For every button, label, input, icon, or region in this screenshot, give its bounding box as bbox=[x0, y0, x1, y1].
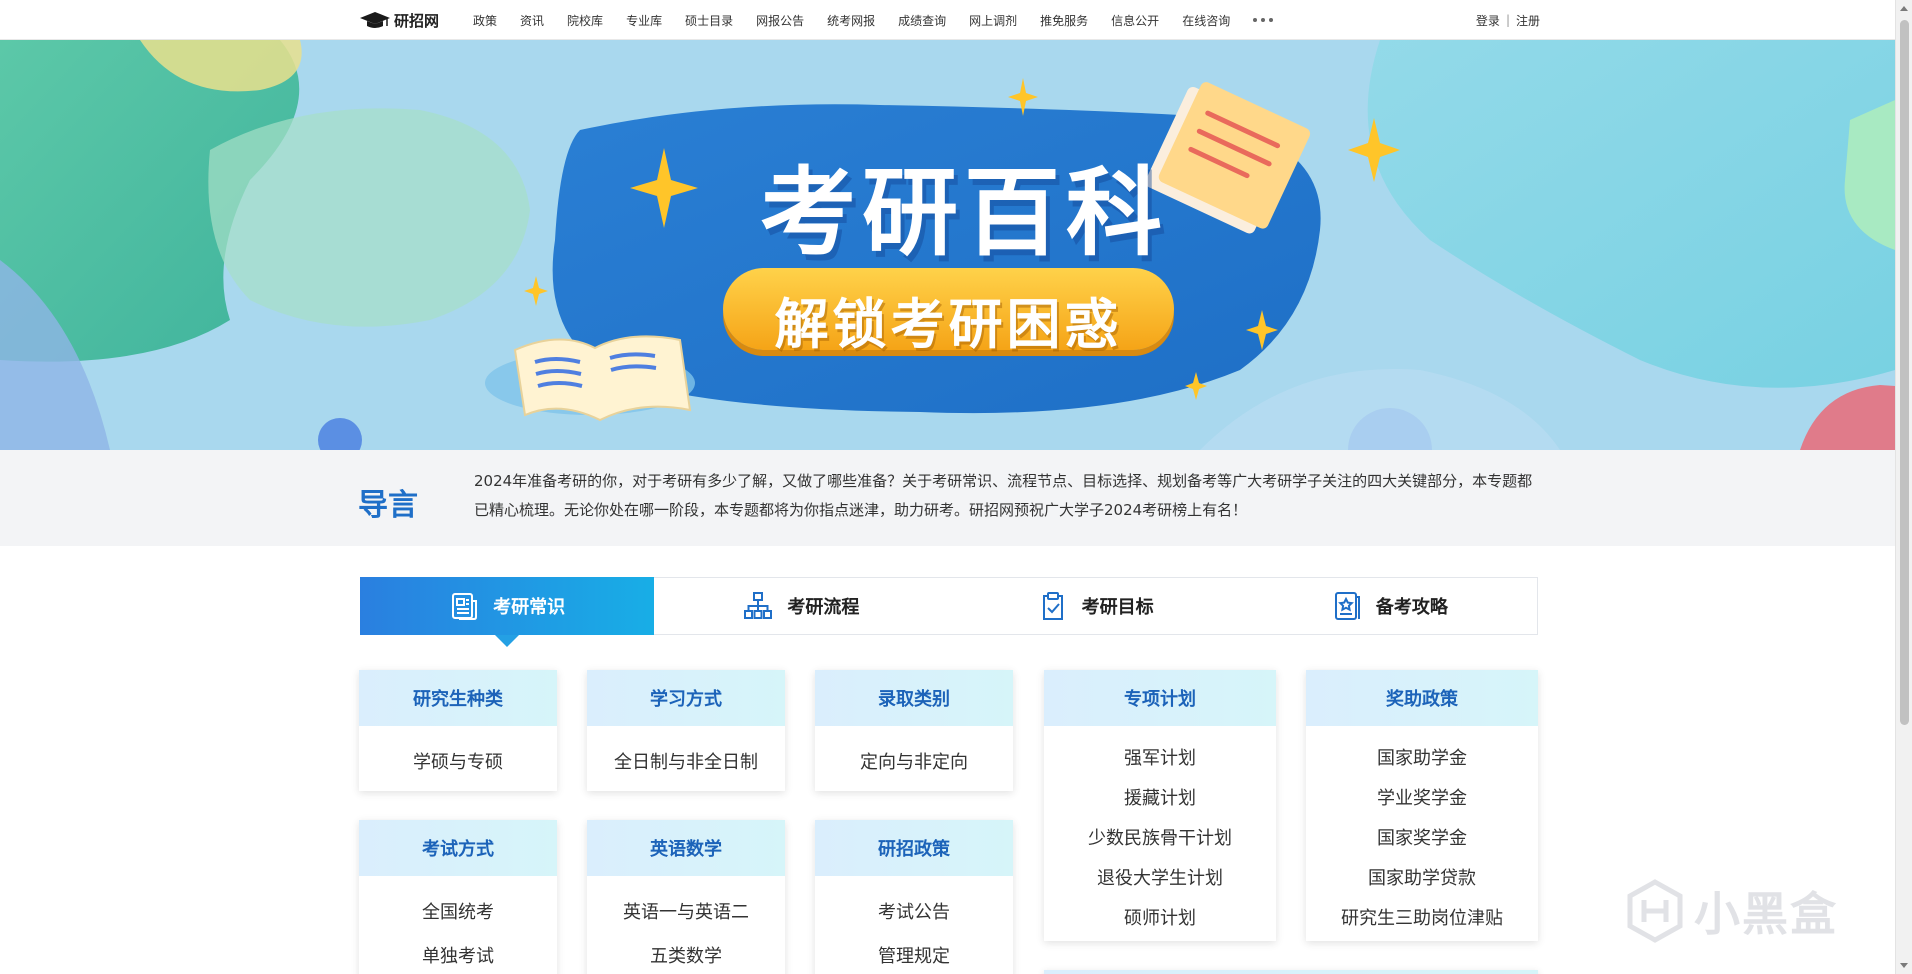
intro-section: 导言 2024年准备考研的你，对于考研有多少了解，又做了哪些准备？关于考研常识、… bbox=[0, 450, 1895, 546]
card-link[interactable]: 强军计划 bbox=[1124, 744, 1196, 770]
card-title: 研招政策 bbox=[815, 820, 1013, 876]
nav-item-schools[interactable]: 院校库 bbox=[567, 12, 603, 29]
tab-label: 备考攻略 bbox=[1375, 597, 1448, 618]
category-tabs: 考研常识 考研流程 考研目标 备考攻略 bbox=[360, 577, 1538, 647]
card-link[interactable]: 五类数学 bbox=[650, 942, 722, 968]
card-link[interactable]: 少数民族骨干计划 bbox=[1088, 824, 1232, 850]
card-body: 全国统考 单独考试 bbox=[359, 876, 557, 968]
nav-item-exam-registration[interactable]: 统考网报 bbox=[827, 12, 875, 29]
card-partial bbox=[1044, 970, 1538, 974]
clipboard-check-icon bbox=[1042, 592, 1063, 620]
card-body: 强军计划 援藏计划 少数民族骨干计划 退役大学生计划 硕师计划 bbox=[1044, 726, 1276, 930]
logo-text: 研招网 bbox=[394, 11, 440, 30]
card-body: 国家助学金 学业奖学金 国家奖学金 国家助学贷款 研究生三助岗位津贴 bbox=[1306, 726, 1538, 930]
scroll-thumb[interactable] bbox=[1900, 20, 1909, 725]
top-nav: 研招网 政策 资讯 院校库 专业库 硕士目录 网报公告 统考网报 成绩查询 网上… bbox=[0, 0, 1895, 40]
nav-item-registration-notice[interactable]: 网报公告 bbox=[756, 12, 804, 29]
top-nav-inner: 研招网 政策 资讯 院校库 专业库 硕士目录 网报公告 统考网报 成绩查询 网上… bbox=[360, 0, 1540, 40]
card-graduate-types: 研究生种类 学硕与专硕 bbox=[359, 670, 557, 791]
card-special-plans: 专项计划 强军计划 援藏计划 少数民族骨干计划 退役大学生计划 硕师计划 bbox=[1044, 670, 1276, 941]
tab-label: 考研目标 bbox=[1081, 597, 1154, 618]
card-exam-mode: 考试方式 全国统考 单独考试 bbox=[359, 820, 557, 974]
tab-basics[interactable]: 考研常识 bbox=[360, 577, 655, 647]
nav-item-adjustment[interactable]: 网上调剂 bbox=[969, 12, 1017, 29]
card-link[interactable]: 全国统考 bbox=[422, 898, 494, 924]
card-link[interactable]: 国家助学金 bbox=[1377, 744, 1467, 770]
nav-item-online-consult[interactable]: 在线咨询 bbox=[1182, 12, 1230, 29]
card-link[interactable]: 硕师计划 bbox=[1124, 904, 1196, 930]
card-link[interactable]: 管理规定 bbox=[878, 942, 950, 968]
card-link[interactable]: 英语一与英语二 bbox=[623, 898, 749, 924]
card-body: 定向与非定向 bbox=[815, 726, 1013, 774]
card-link[interactable]: 学业奖学金 bbox=[1377, 784, 1467, 810]
card-body: 学硕与专硕 bbox=[359, 726, 557, 774]
hero-banner: 考研百科 解锁考研困惑 bbox=[0, 40, 1895, 450]
nav-item-majors[interactable]: 专业库 bbox=[626, 12, 662, 29]
card-study-mode: 学习方式 全日制与非全日制 bbox=[587, 670, 785, 791]
card-link[interactable]: 全日制与非全日制 bbox=[614, 748, 758, 774]
card-link[interactable]: 单独考试 bbox=[422, 942, 494, 968]
auth-links: 登录 | 注册 bbox=[1476, 12, 1540, 29]
scroll-down-icon[interactable] bbox=[1900, 963, 1908, 968]
card-link[interactable]: 援藏计划 bbox=[1124, 784, 1196, 810]
watermark: 小黑盒 bbox=[1626, 878, 1838, 944]
graduation-cap-icon bbox=[360, 12, 390, 28]
nav-item-master-catalog[interactable]: 硕士目录 bbox=[685, 12, 733, 29]
card-english-math: 英语数学 英语一与英语二 五类数学 bbox=[587, 820, 785, 974]
vertical-scrollbar[interactable] bbox=[1895, 0, 1912, 974]
card-title: 研究生种类 bbox=[359, 670, 557, 726]
login-link[interactable]: 登录 bbox=[1476, 12, 1500, 29]
nav-item-policy[interactable]: 政策 bbox=[473, 12, 497, 29]
card-link[interactable]: 国家助学贷款 bbox=[1368, 864, 1476, 890]
heybox-logo-icon bbox=[1627, 879, 1683, 943]
auth-separator: | bbox=[1505, 13, 1510, 27]
card-title: 奖助政策 bbox=[1306, 670, 1538, 726]
card-link[interactable]: 定向与非定向 bbox=[860, 748, 968, 774]
more-icon[interactable] bbox=[1253, 18, 1274, 22]
card-link[interactable]: 考试公告 bbox=[878, 898, 950, 924]
news-icon bbox=[452, 593, 478, 620]
card-financial-aid: 奖助政策 国家助学金 学业奖学金 国家奖学金 国家助学贷款 研究生三助岗位津贴 bbox=[1306, 670, 1538, 941]
tab-strategy[interactable]: 备考攻略 bbox=[1243, 578, 1537, 634]
card-title: 专项计划 bbox=[1044, 670, 1276, 726]
card-title: 考试方式 bbox=[359, 820, 557, 876]
card-link[interactable]: 研究生三助岗位津贴 bbox=[1341, 904, 1503, 930]
banner-title: 考研百科 bbox=[760, 157, 1168, 269]
intro-text: 2024年准备考研的你，对于考研有多少了解，又做了哪些准备？关于考研常识、流程节… bbox=[474, 472, 1533, 519]
card-admission-type: 录取类别 定向与非定向 bbox=[815, 670, 1013, 791]
intro-title: 导言 bbox=[358, 488, 418, 523]
tab-label: 考研流程 bbox=[787, 597, 860, 618]
banner-subtitle: 解锁考研困惑 bbox=[774, 293, 1123, 356]
nav-item-recommendation[interactable]: 推免服务 bbox=[1040, 12, 1088, 29]
nav-item-score-query[interactable]: 成绩查询 bbox=[898, 12, 946, 29]
tab-process[interactable]: 考研流程 bbox=[654, 578, 948, 634]
card-link[interactable]: 国家奖学金 bbox=[1377, 824, 1467, 850]
card-body: 英语一与英语二 五类数学 bbox=[587, 876, 785, 968]
card-title: 英语数学 bbox=[587, 820, 785, 876]
tab-label: 考研常识 bbox=[493, 597, 566, 618]
site-logo[interactable]: 研招网 bbox=[360, 10, 439, 31]
card-body: 全日制与非全日制 bbox=[587, 726, 785, 774]
nav-item-news[interactable]: 资讯 bbox=[520, 12, 544, 29]
star-book-icon bbox=[1334, 592, 1360, 620]
nav-item-info-disclosure[interactable]: 信息公开 bbox=[1111, 12, 1159, 29]
card-title: 学习方式 bbox=[587, 670, 785, 726]
tab-goals[interactable]: 考研目标 bbox=[949, 578, 1243, 634]
scroll-up-icon[interactable] bbox=[1900, 6, 1908, 11]
card-admission-policy: 研招政策 考试公告 管理规定 bbox=[815, 820, 1013, 974]
register-link[interactable]: 注册 bbox=[1516, 12, 1540, 29]
watermark-text: 小黑盒 bbox=[1694, 887, 1838, 941]
card-body: 考试公告 管理规定 bbox=[815, 876, 1013, 968]
card-link[interactable]: 退役大学生计划 bbox=[1097, 864, 1223, 890]
flowchart-icon bbox=[744, 592, 773, 619]
card-link[interactable]: 学硕与专硕 bbox=[413, 748, 503, 774]
card-title: 录取类别 bbox=[815, 670, 1013, 726]
